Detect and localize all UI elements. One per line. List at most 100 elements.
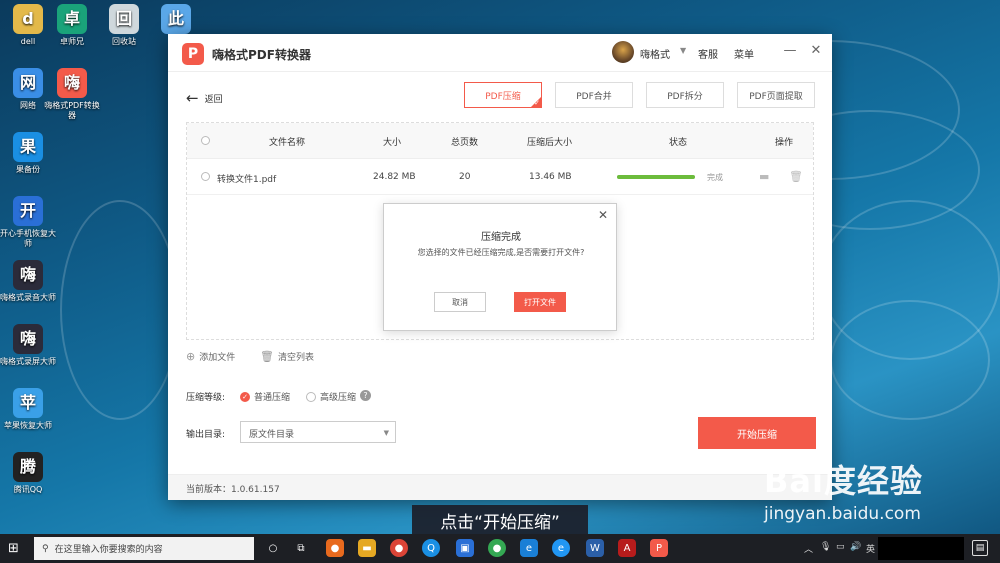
watermark-url: jingyan.baidu.com [764,504,921,524]
desktop-icon[interactable]: 卓卓师兄 [44,4,100,47]
desktop-icon[interactable]: 开开心手机恢复大师 [0,196,56,249]
open-file-button[interactable]: 打开文件 [514,292,566,312]
dialog-close-icon[interactable]: ✕ [598,208,608,222]
desktop-icon[interactable]: 回回收站 [96,4,152,47]
clock-area[interactable] [878,537,964,560]
watermark-main: Bai度经验 [764,462,923,500]
compression-level-label: 压缩等级: [186,393,226,403]
chrome-alt-icon[interactable]: ● [488,539,506,557]
audio-recorder-icon: 嗨 [13,260,43,290]
timeline-icon[interactable]: ⧉ [292,539,310,557]
qq-icon: 腾 [13,452,43,482]
desktop-icon[interactable]: 嗨嗨格式录屏大师 [0,324,56,367]
minimize-icon[interactable]: — [782,43,798,58]
add-file-label: 添加文件 [199,353,236,363]
edge-icon[interactable]: e [520,539,538,557]
app-icon-blue[interactable]: ▣ [456,539,474,557]
desktop-icon-label: 卓师兄 [60,37,84,46]
desktop-icon-label: 苹果恢复大师 [4,421,52,430]
table-row[interactable]: 转换文件1.pdf 24.82 MB 20 13.46 MB 完成 ▬ 🗑 [187,159,813,195]
desktop-icon-label: 腾讯QQ [13,485,43,494]
user-name[interactable]: 嗨格式 [640,46,670,61]
ie-icon[interactable]: e [552,539,570,557]
support-link[interactable]: 客服 [698,46,718,61]
back-label: 返回 [204,94,223,105]
computer-icon: 此 [161,4,191,34]
trash-icon[interactable]: 🗑 [789,170,803,183]
plus-circle-icon: ⊕ [186,350,196,363]
desktop-icon[interactable]: 嗨嗨格式PDF转换器 [44,68,100,121]
firefox-icon[interactable]: ● [326,539,344,557]
task-view-icon[interactable]: ○ [264,539,282,557]
titlebar: P 嗨格式PDF转换器 嗨格式 ▼ 客服 菜单 — ✕ [168,34,832,72]
cell-pages: 20 [459,172,471,182]
apple-recovery-icon: 苹 [13,388,43,418]
dialog-title: 压缩完成 [481,232,521,243]
pdf-converter-taskbar-icon[interactable]: P [650,539,668,557]
ime-indicator[interactable]: 英 [866,542,875,555]
header-actions: 操作 [775,138,794,148]
header-file-name: 文件名称 [269,138,306,148]
volume-icon[interactable]: 🔊 [850,542,861,552]
header-size: 大小 [383,138,402,148]
back-button[interactable]: ← 返回 [186,89,223,107]
screen-recorder-icon: 嗨 [13,324,43,354]
close-icon[interactable]: ✕ [808,43,824,58]
level-normal-radio[interactable]: ✓ 普通压缩 [240,390,290,403]
taskbar-search[interactable]: ⚲ 在这里输入你要搜索的内容 [34,537,254,560]
word-icon[interactable]: W [586,539,604,557]
tab-label: PDF页面提取 [749,91,803,102]
cell-size: 24.82 MB [373,172,416,182]
clear-list-label: 清空列表 [277,353,314,363]
desktop-icon-label: 嗨格式录屏大师 [0,357,56,366]
baidu-watermark: Bai度经验 jingyan.baidu.com [764,456,923,524]
chevron-down-icon: ▼ [383,429,389,437]
start-compress-button[interactable]: 开始压缩 [698,417,816,449]
notification-icon[interactable]: ▤ [972,540,988,556]
add-file-button[interactable]: ⊕ 添加文件 [186,350,235,363]
folder-user-icon: d [13,4,43,34]
radio-empty-icon [306,391,316,402]
acrobat-icon[interactable]: A [618,539,636,557]
windows-start-icon[interactable]: ⊞ [8,541,19,556]
chrome-icon[interactable]: ● [390,539,408,557]
dialog-message: 您选择的文件已经压缩完成,是否需要打开文件? [417,248,585,257]
browser-icon[interactable]: Q [422,539,440,557]
cancel-button[interactable]: 取消 [434,292,486,312]
desktop-icon[interactable]: 苹苹果恢复大师 [0,388,56,431]
network-icon: 网 [13,68,43,98]
menu-link[interactable]: 菜单 [734,46,754,61]
header-pages: 总页数 [451,138,479,148]
battery-icon[interactable]: ▭ [836,542,845,552]
version-bar: 当前版本：1.0.61.157 [168,474,832,500]
desktop-icon[interactable]: 腾腾讯QQ [0,452,56,495]
chevron-down-icon[interactable]: ▼ [680,46,686,55]
level-advanced-radio[interactable]: 高级压缩 [306,390,356,403]
microphone-icon[interactable]: 🎙 [820,542,831,552]
folder-icon[interactable]: ▬ [759,170,769,183]
tab-pdf-split[interactable]: PDF拆分 [646,82,724,108]
user-avatar[interactable] [612,41,634,63]
help-icon[interactable]: ? [360,390,371,401]
row-select-radio[interactable] [201,172,210,181]
desktop-icon[interactable]: 嗨嗨格式录音大师 [0,260,56,303]
tray-chevron-icon[interactable]: ︿ [804,542,813,555]
select-all-radio[interactable] [201,136,210,145]
tab-pdf-page-extract[interactable]: PDF页面提取 [737,82,815,108]
arrow-left-icon: ← [186,89,199,107]
desktop-icon[interactable]: 果果备份 [0,132,56,175]
compress-complete-dialog: ✕ 压缩完成 您选择的文件已经压缩完成,是否需要打开文件? 取消 打开文件 [383,203,617,331]
video-subtitle: 点击“开始压缩” [412,505,588,535]
output-dir-select[interactable]: 原文件目录 ▼ [240,421,396,443]
file-explorer-icon[interactable]: ▬ [358,539,376,557]
check-icon: ✓ [240,391,250,402]
tab-label: PDF合并 [576,91,612,102]
cell-compressed-size: 13.46 MB [529,172,572,182]
level-normal-label: 普通压缩 [254,393,291,403]
table-header: 文件名称 大小 总页数 压缩后大小 状态 操作 [187,123,813,159]
tab-pdf-merge[interactable]: PDF合并 [555,82,633,108]
taskbar: ⊞ ⚲ 在这里输入你要搜索的内容 ○ ⧉ ● ▬ ● Q ▣ ● e e W A… [0,534,1000,563]
header-status: 状态 [669,138,688,148]
tab-pdf-compress[interactable]: PDF压缩 ✓ [464,82,542,108]
clear-list-button[interactable]: 🗑 清空列表 [260,350,314,363]
